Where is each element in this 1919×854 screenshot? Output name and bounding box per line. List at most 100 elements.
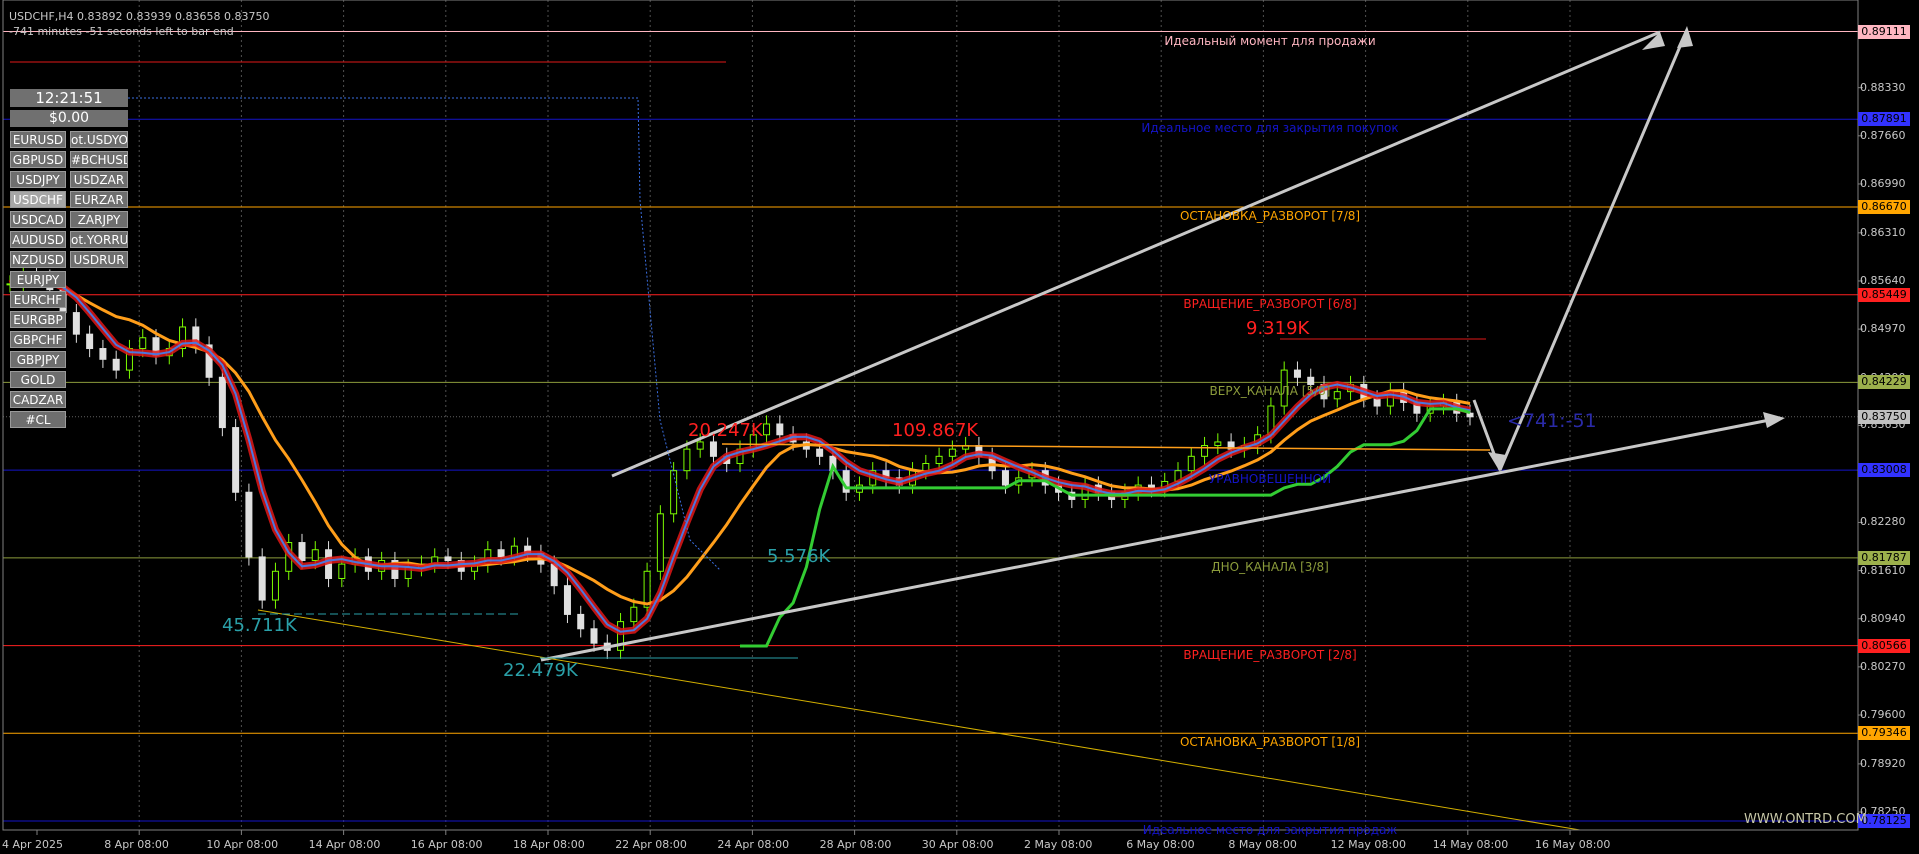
current-price-tag: 0.83750 [1858,409,1910,424]
bar-timer: -741 minutes -51 seconds left to bar end [9,25,234,38]
candle-body [656,513,664,572]
symbol-button[interactable]: EURZAR [70,191,128,208]
symbol-button[interactable]: #BCHUSD [70,151,128,168]
symbol-button[interactable]: GBPJPY [10,351,66,368]
watermark: WWW.ONTRD.COM [1744,812,1867,827]
candle-body [709,441,717,457]
balance-display: $0.00 [10,110,128,127]
x-tick-label: 18 Apr 08:00 [513,838,585,851]
symbol-button[interactable]: ZARJPY [70,211,128,228]
symbol-button[interactable]: #CL [10,411,66,428]
trade-panel: 12:21:51 $0.00 EURUSD ot.USDYO GBPUSD #BCHU… [10,89,128,428]
candle-body [696,441,704,450]
x-tick-label: 30 Apr 08:00 [921,838,994,851]
level-price-tag: 0.86670 [1858,199,1910,214]
symbol-button[interactable]: ot.YORRU [70,231,128,248]
symbol-button[interactable]: GOLD [10,371,66,388]
y-tick-label: 0.86310 [1860,225,1906,239]
symbol-button[interactable]: GBPCHF [10,331,66,348]
candle-body [139,337,147,350]
symbol-button[interactable]: GBPUSD [10,151,66,168]
y-tick-label: 0.87660 [1860,128,1906,142]
countdown-label: <741:-51 [1507,410,1597,432]
candle-body [271,570,279,601]
level-label: ДНО_КАНАЛА [3/8] [1211,559,1329,574]
y-tick-label: 0.80940 [1860,611,1906,625]
y-tick-label: 0.78920 [1860,756,1906,770]
level-label: ОСТАНОВКА_РАЗВОРОТ [1/8] [1179,735,1361,750]
x-tick-label: 12 May 08:00 [1330,838,1407,851]
candle-body [816,448,824,457]
candle-body [776,423,784,436]
x-tick-label: 14 May 08:00 [1432,838,1509,851]
level-label: УРАВНОВЕШЕННОЙ [1208,472,1332,487]
volume-label: 20.247K [688,420,763,441]
level-price-tag: 0.84229 [1858,375,1910,390]
candle-body [338,563,346,579]
symbol-button[interactable]: NZDUSD [10,251,66,268]
symbol-button[interactable]: AUDUSD [10,231,66,248]
x-tick-label: 28 Apr 08:00 [819,838,892,851]
level-price-tag: 0.79346 [1858,726,1910,741]
candle-body [1187,455,1195,472]
candle-body [935,455,943,465]
x-tick-label: 10 Apr 08:00 [206,838,279,851]
level-label: ВРАЩЕНИЕ_РАЗВОРОТ [2/8] [1183,647,1357,662]
symbol-header: USDCHF,H4 0.83892 0.83939 0.83658 0.8375… [9,10,270,23]
level-price-tag: 0.83008 [1858,463,1910,478]
x-tick-label: 8 May 08:00 [1228,838,1297,851]
symbol-list: EURUSD ot.USDYO GBPUSD #BCHUSD USDJPY USDZAR U… [10,131,128,428]
y-tick-label: 0.85640 [1860,273,1906,287]
symbol-button[interactable]: USDCHF [10,191,66,208]
candle-body [683,448,691,472]
candle-body [1373,398,1381,407]
symbol-button[interactable]: CADZAR [10,391,66,408]
candle-body [232,427,240,493]
candle-body [1001,470,1009,486]
volume-label: 45.711K [222,615,297,636]
candle-body [563,585,571,615]
volume-label: 109.867K [892,420,979,441]
symbol-button[interactable]: USDZAR [70,171,128,188]
symbol-button[interactable]: USDJPY [10,171,66,188]
x-tick-label: 2 May 08:00 [1024,838,1093,851]
volume-label: 9.319K [1246,318,1310,339]
candle-body [577,613,585,630]
y-tick-label: 0.88330 [1860,80,1906,94]
level-price-tag: 0.81787 [1858,550,1910,565]
y-tick-label: 0.81610 [1860,563,1906,577]
symbol-button[interactable]: EURJPY [10,271,66,288]
level-label: Идеальное место для закрытия продаж [1142,823,1398,838]
x-tick-label: 16 May 08:00 [1535,838,1611,851]
candle-body [311,549,319,562]
level-price-tag: 0.87891 [1858,112,1910,127]
level-label: ОСТАНОВКА_РАЗВОРОТ [7/8] [1179,208,1361,223]
y-tick-label: 0.79600 [1860,708,1906,722]
x-tick-label: 4 Apr 2025 [2,838,64,851]
x-tick-label: 24 Apr 08:00 [717,838,790,851]
symbol-button[interactable]: ot.USDYO [70,131,128,148]
candle-body [590,628,598,644]
candle-body [444,556,452,562]
level-label: ВРАЩЕНИЕ_РАЗВОРОТ [6/8] [1183,296,1357,311]
x-tick-label: 8 Apr 08:00 [104,838,169,851]
candle-body [218,376,226,429]
level-price-tag: 0.85449 [1858,287,1910,302]
symbol-button[interactable]: USDRUR [70,251,128,268]
y-tick-label: 0.86990 [1860,176,1906,190]
y-tick-label: 0.82280 [1860,515,1906,529]
candle-body [1466,412,1474,418]
symbol-button[interactable]: USDCAD [10,211,66,228]
x-tick-label: 22 Apr 08:00 [615,838,687,851]
symbol-button[interactable]: EURGBP [10,311,66,328]
candle-body [298,542,306,562]
candle-body [1214,441,1222,447]
y-tick-label: 0.84970 [1860,322,1906,336]
candle-body [948,448,956,457]
candle-body [497,549,505,558]
volume-label: 5.576K [767,546,831,567]
symbol-button[interactable]: EURCHF [10,291,66,308]
candle-body [1333,391,1341,400]
symbol-button[interactable]: EURUSD [10,131,66,148]
x-tick-label: 16 Apr 08:00 [410,838,483,851]
